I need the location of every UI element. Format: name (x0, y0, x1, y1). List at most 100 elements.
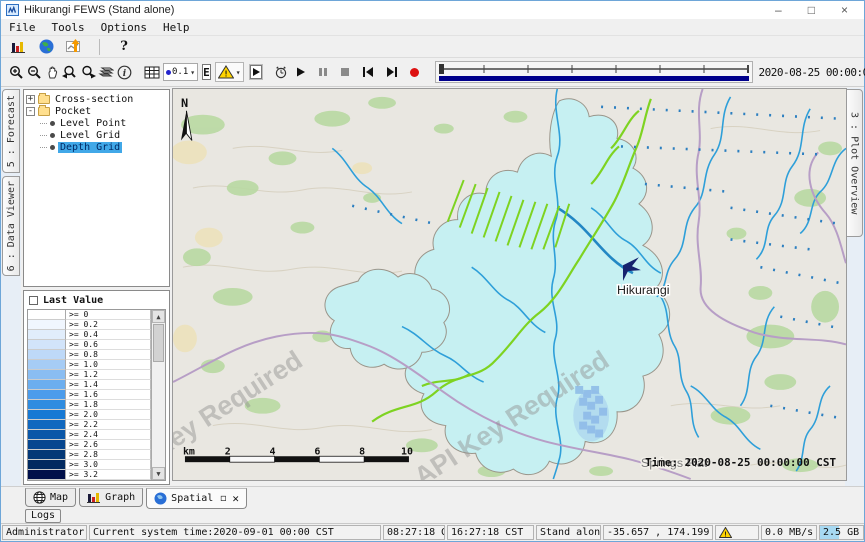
help-button[interactable]: ? (115, 37, 133, 57)
play-icon (296, 67, 306, 77)
zoom-in-button[interactable] (7, 62, 25, 82)
last-value-checkbox[interactable] (29, 296, 38, 305)
tree-item-depth-grid[interactable]: Depth Grid (40, 141, 167, 153)
animation-settings-button[interactable] (272, 62, 290, 82)
expand-plus-icon[interactable]: + (26, 95, 35, 104)
info-button[interactable]: i (115, 62, 133, 82)
svg-text:4: 4 (270, 446, 276, 457)
svg-text:!: ! (723, 531, 727, 539)
legend-row: >= 0.4 (28, 330, 151, 340)
tree-item-level-grid[interactable]: Level Grid (40, 129, 167, 141)
zoom-next-icon (80, 65, 96, 80)
close-button[interactable]: × (841, 2, 848, 18)
scroll-down-icon[interactable]: ▼ (152, 467, 165, 480)
legend-row: >= 3.2 (28, 470, 151, 480)
legend-toggle-button[interactable]: E (202, 64, 211, 80)
tree-branch-line (40, 135, 47, 136)
status-local-time: 16:27:18 CST (447, 525, 534, 540)
tab-data-viewer[interactable]: 6 : Data Viewer (2, 176, 20, 276)
legend-swatch (28, 450, 66, 460)
record-icon (410, 68, 419, 77)
maximize-button[interactable]: □ (808, 2, 815, 18)
stop-button[interactable] (340, 67, 350, 77)
legend-swatch (28, 350, 66, 360)
record-button[interactable] (410, 68, 419, 77)
tree-item-label: Cross-section (53, 94, 135, 105)
close-tab-icon[interactable]: ✕ (232, 492, 239, 505)
skip-start-icon (362, 67, 374, 77)
legend-row: >= 1.6 (28, 390, 151, 400)
threshold-dropdown[interactable]: 0.1 ▾ (163, 63, 198, 81)
tree-item-level-point[interactable]: Level Point (40, 117, 167, 129)
status-bar: Administrator Current system time:2020-0… (1, 523, 864, 541)
pause-button[interactable] (318, 67, 328, 77)
legend-row: >= 2.0 (28, 410, 151, 420)
tree-branch-line (40, 123, 47, 124)
zoom-out-button[interactable] (25, 62, 43, 82)
tab-plot-overview[interactable]: 3 : Plot Overview (845, 89, 863, 237)
zoom-previous-button[interactable] (61, 62, 79, 82)
right-tab-strip: 3 : Plot Overview (845, 88, 864, 486)
chart-arrow-icon (66, 39, 83, 54)
tree-item-pocket[interactable]: - Pocket (26, 105, 167, 117)
map-viewport[interactable]: API Key Required API Key Required Hikura… (172, 88, 847, 481)
hand-icon (45, 65, 60, 80)
menu-options[interactable]: Options (101, 21, 147, 34)
timeseries-button[interactable] (65, 37, 84, 57)
classbreak-dot-icon (166, 70, 171, 75)
map-globe-button[interactable] (37, 37, 55, 57)
layer-tree: + Cross-section - Pocket Level Point (23, 89, 170, 287)
status-warning-cell[interactable]: ! (715, 525, 759, 540)
pan-button[interactable] (43, 62, 61, 82)
threshold-value: 0.1 (172, 67, 188, 77)
legend-swatch (28, 380, 66, 390)
logs-button[interactable]: Logs (25, 509, 61, 523)
collapse-minus-icon[interactable]: - (26, 107, 35, 116)
step-to-end-button[interactable] (386, 67, 398, 77)
tab-map[interactable]: Map (25, 488, 76, 507)
svg-text:10: 10 (401, 446, 413, 457)
legend-row: >= 2.8 (28, 450, 151, 460)
tab-forecast[interactable]: 5 : Forecast (2, 89, 20, 173)
timeline-slider[interactable] (435, 61, 753, 83)
status-transfer-rate: 0.0 MB/s (761, 525, 817, 540)
legend-swatch (28, 410, 66, 420)
map-time-label: Time: 2020-08-25 00:00:00 CST (645, 456, 836, 469)
play-button[interactable] (296, 67, 306, 77)
legend-scrollbar[interactable]: ▲ ▼ (151, 310, 165, 480)
legend-swatch (28, 370, 66, 380)
layers-button[interactable] (97, 62, 115, 82)
scrollbar-thumb[interactable] (153, 324, 164, 362)
menu-help[interactable]: Help (163, 21, 190, 34)
legend-swatch (28, 420, 66, 430)
globe-icon (39, 39, 54, 54)
folder-icon (38, 95, 50, 104)
tree-item-cross-section[interactable]: + Cross-section (26, 93, 167, 105)
status-gmt-time: 08:27:18 GMT (383, 525, 445, 540)
tab-spatial[interactable]: Spatial ◻ ✕ (146, 488, 247, 509)
scroll-up-icon[interactable]: ▲ (152, 310, 165, 323)
warnings-dropdown[interactable]: ! ▾ (215, 62, 244, 82)
layer-bullet-icon (50, 145, 55, 150)
title-bar: Hikurangi FEWS (Stand alone) – □ × (1, 1, 864, 19)
tree-item-label: Pocket (53, 106, 93, 117)
left-tab-strip: 5 : Forecast 6 : Data Viewer (1, 88, 21, 486)
bottom-tab-bar: Map Graph Spatial ◻ ✕ (1, 486, 864, 508)
float-window-icon[interactable]: ◻ (220, 493, 226, 504)
zoom-next-button[interactable] (79, 62, 97, 82)
legend-swatch (28, 360, 66, 370)
tab-graph[interactable]: Graph (79, 488, 143, 507)
layer-bullet-icon (50, 121, 55, 126)
left-panel: + Cross-section - Pocket Level Point (23, 88, 170, 486)
minimize-button[interactable]: – (775, 2, 782, 18)
menu-file[interactable]: File (9, 21, 36, 34)
chevron-down-icon: ▾ (190, 68, 195, 77)
menu-tools[interactable]: Tools (52, 21, 85, 34)
grid-display-button[interactable] (143, 62, 161, 82)
step-to-start-button[interactable] (362, 67, 374, 77)
tree-branch-line (40, 147, 47, 148)
app-icon (6, 4, 19, 16)
zoom-previous-icon (62, 65, 78, 80)
movie-player-button[interactable] (250, 65, 262, 79)
explorer-chart-button[interactable] (9, 37, 27, 57)
